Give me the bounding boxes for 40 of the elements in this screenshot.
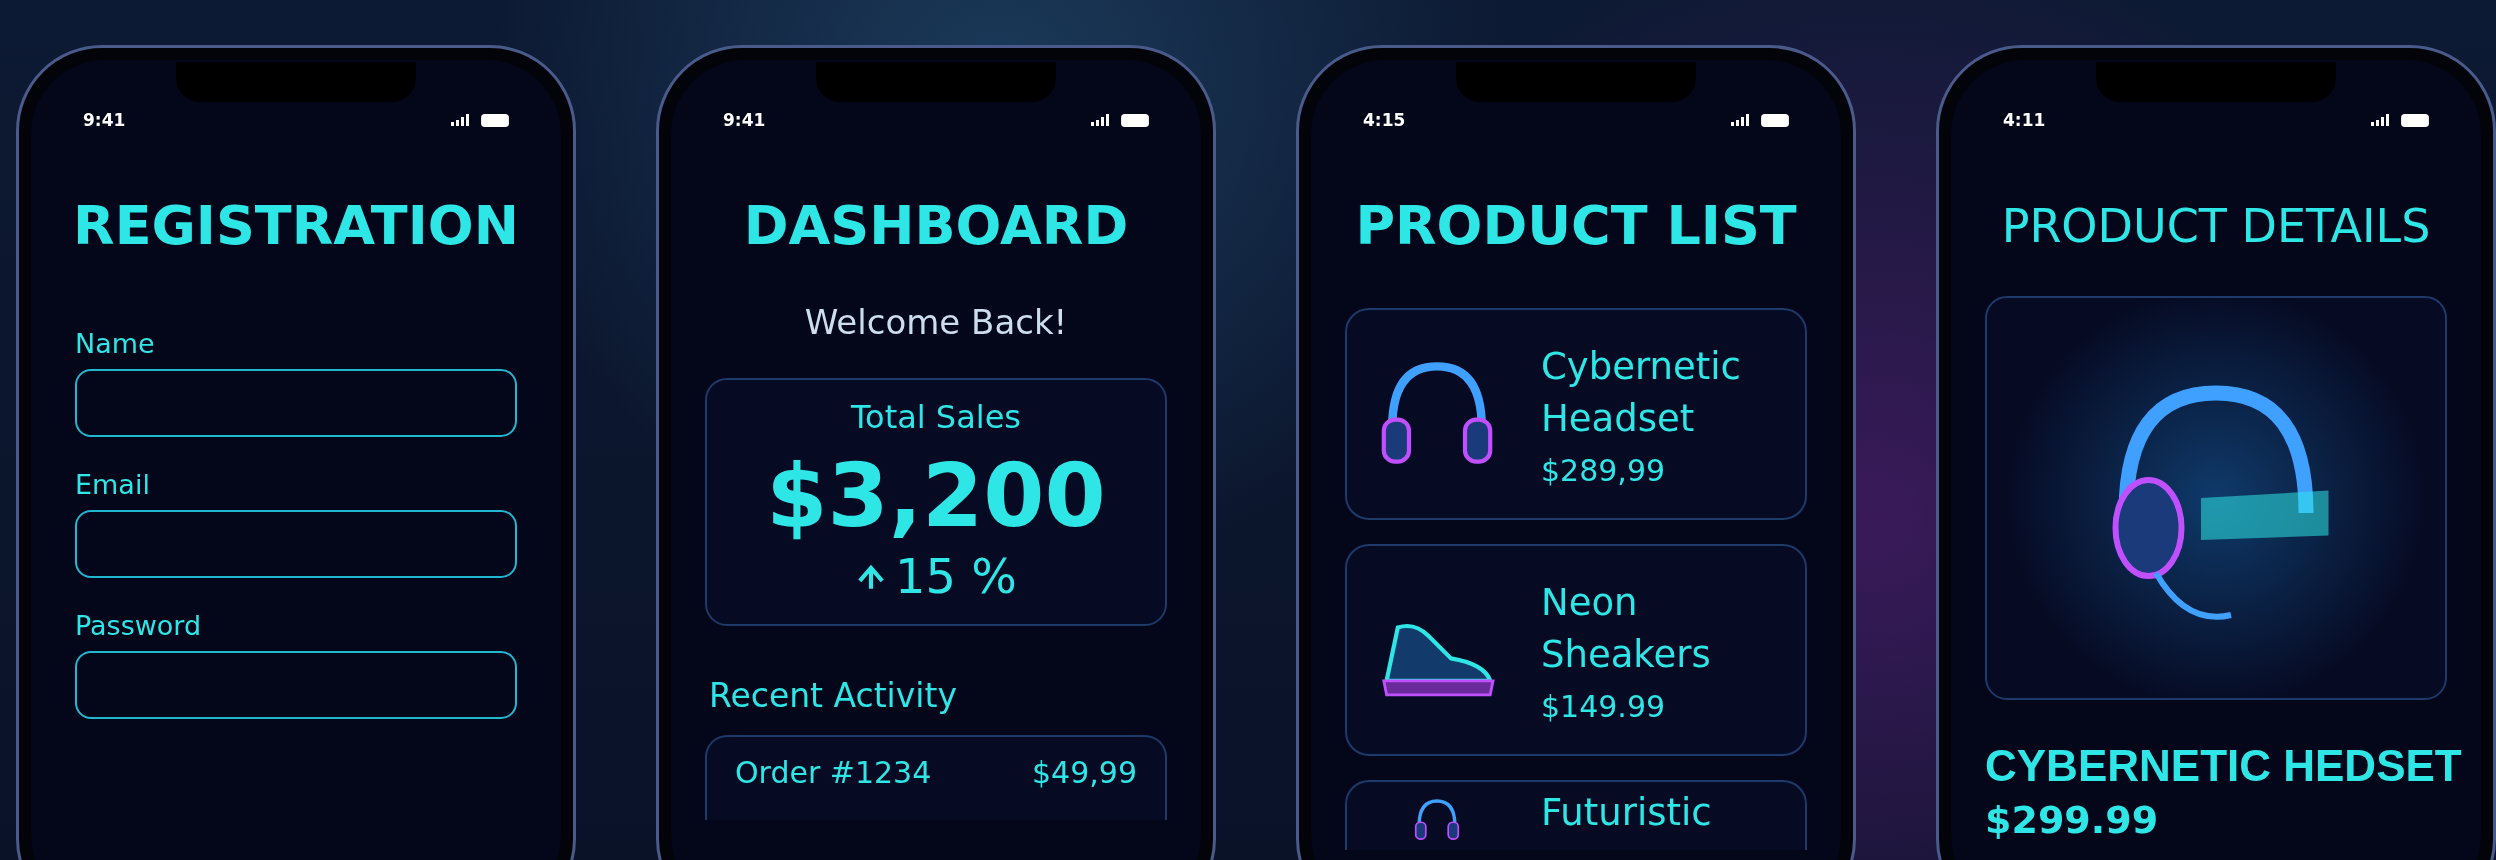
field-label: Email — [75, 469, 151, 500]
screen-title: DASHBOARD — [742, 194, 1130, 258]
status-time: 4:11 — [2003, 110, 2046, 130]
field-label: Name — [75, 328, 156, 359]
product-name: Cybernetic Headset — [1541, 343, 1742, 442]
product-card[interactable]: Cybernetic Headset $289,99 — [1345, 308, 1807, 520]
signal-icon — [1731, 114, 1751, 126]
field-label: Password — [75, 610, 203, 641]
product-price: $289,99 — [1541, 452, 1667, 488]
order-amount: $49,99 — [1032, 755, 1137, 790]
input-field[interactable] — [75, 651, 517, 719]
activity-row[interactable]: Order #1234 $49,99 — [705, 735, 1167, 820]
input-field[interactable] — [75, 369, 517, 437]
screen-title: PRODUCT LIST — [1354, 194, 1798, 258]
stat-value: $3,200 — [766, 444, 1106, 548]
input-field[interactable] — [75, 510, 517, 578]
product-card[interactable]: Neon Sheakers $149.99 — [1345, 544, 1807, 756]
welcome-text: Welcome Back! — [803, 302, 1069, 342]
product-name: Neon Sheakers — [1541, 579, 1712, 678]
change-value: 15 % — [895, 548, 1017, 604]
section-heading: Recent Activity — [708, 676, 958, 715]
stat-label: Total Sales — [850, 398, 1022, 436]
order-label: Order #1234 — [735, 755, 932, 790]
status-time: 9:41 — [83, 110, 126, 130]
signal-icon — [1091, 114, 1111, 126]
battery-icon — [481, 113, 509, 127]
product-name: CYBERNETIC HEDSET — [1985, 740, 2462, 792]
product-name: Futuristic — [1541, 792, 1713, 834]
battery-icon — [1121, 113, 1149, 127]
product-card[interactable]: Futuristic — [1345, 780, 1807, 850]
product-price: $299.99 — [1985, 798, 2160, 842]
battery-icon — [2401, 113, 2429, 127]
battery-icon — [1761, 113, 1789, 127]
screen-title: REGISTRATION — [72, 194, 520, 258]
signal-icon — [2371, 114, 2391, 126]
product-price: $149.99 — [1541, 688, 1667, 724]
status-time: 4:15 — [1363, 110, 1406, 130]
status-time: 9:41 — [723, 110, 766, 130]
signal-icon — [451, 114, 471, 126]
screen-title: PRODUCT DETAILS — [2000, 198, 2432, 255]
